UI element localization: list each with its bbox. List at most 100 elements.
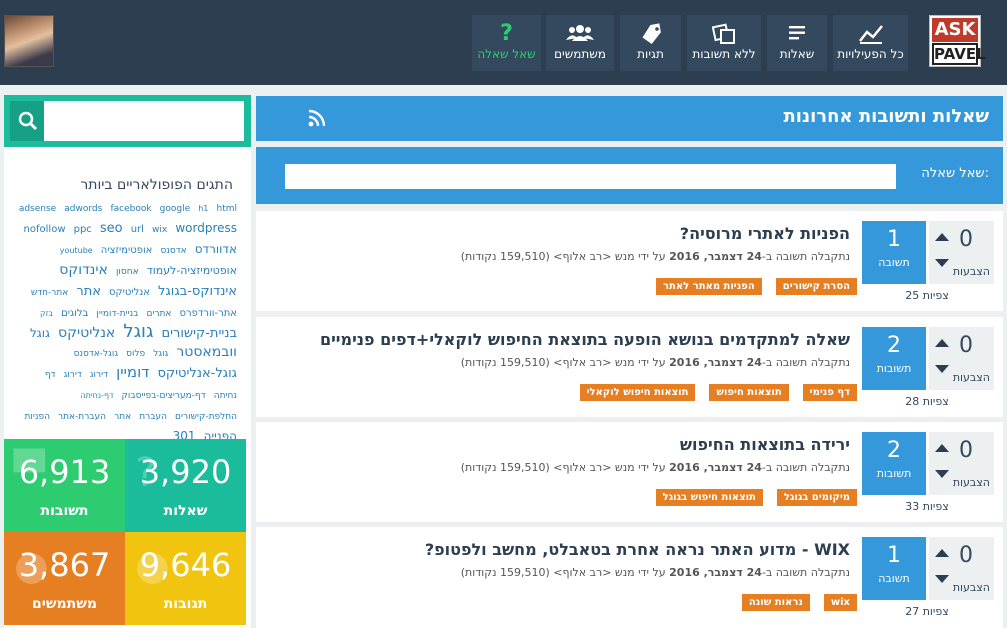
tag-cloud-item[interactable]: גוגל-אדסנס <box>74 349 118 359</box>
question-title[interactable]: WIX - מדוע האתר נראה אחרת בטאבלט, מחשב ו… <box>425 540 850 559</box>
question-tag[interactable]: הפניות מאתר לאתר <box>656 278 762 295</box>
nav-all-activity[interactable]: כל הפעילויות <box>833 15 908 71</box>
question-tag[interactable]: נראות שונה <box>741 594 810 611</box>
meta-author[interactable]: על ידי מנש <רב אלוף> (159,510 נקודות) <box>461 356 666 369</box>
tag-cloud-item[interactable]: wix <box>152 225 167 235</box>
tag-cloud-item[interactable]: בזק <box>40 309 53 318</box>
meta-date[interactable]: 24 דצמבר, 2016 <box>669 566 762 579</box>
tag-cloud-item[interactable]: google <box>160 204 190 214</box>
meta-date[interactable]: 24 דצמבר, 2016 <box>669 250 762 263</box>
view-count: 25 צפיות <box>905 289 949 302</box>
tag-cloud-item[interactable]: adsense <box>19 204 56 214</box>
question-tag[interactable]: תוצאות חיפוש בגוגל <box>655 489 763 506</box>
tag-cloud-item[interactable]: h1 <box>198 204 208 213</box>
tag-cloud-item[interactable]: וובמאסטר <box>176 344 237 360</box>
tag-cloud-item[interactable]: העברת-אתר <box>58 412 106 422</box>
tag-cloud-item[interactable]: adwords <box>64 204 102 214</box>
meta-date[interactable]: 24 דצמבר, 2016 <box>669 461 762 474</box>
stat-questions[interactable]: ? 3,920 שאלות <box>125 439 246 532</box>
tag-cloud-item[interactable]: html <box>216 204 237 214</box>
tag-cloud-item[interactable]: פלוס <box>126 349 145 359</box>
stat-users[interactable]: ● 3,867 משתמשים <box>4 532 125 625</box>
comment-icon: ● <box>135 543 170 589</box>
vote-label: הצבעות <box>952 476 990 489</box>
nav-ask-question[interactable]: ? שאל שאלה <box>472 15 541 71</box>
tag-cloud-item[interactable]: דף-נחיתה <box>80 391 113 400</box>
question-title[interactable]: שאלה למתקדמים בנושא הופעה בתוצאת החיפוש … <box>320 330 850 349</box>
question-tag[interactable]: תוצאות חיפוש <box>709 384 789 401</box>
stat-label: תשובות <box>40 503 89 519</box>
question-title[interactable]: ירידה בתוצאות החיפוש <box>680 435 850 454</box>
vote-up-icon[interactable] <box>935 339 949 347</box>
vote-down-icon[interactable] <box>935 259 949 267</box>
tag-cloud-item[interactable]: בלוגים <box>61 308 88 319</box>
vote-up-icon[interactable] <box>935 444 949 452</box>
tag-cloud-item[interactable]: אדוורדס <box>195 242 237 256</box>
tag-cloud-item[interactable]: גוגל <box>123 321 153 342</box>
nav-users[interactable]: משתמשים <box>546 15 614 71</box>
ask-question-input[interactable] <box>285 164 896 189</box>
tag-cloud-item[interactable]: nofollow <box>24 224 66 235</box>
tag-cloud-item[interactable]: url <box>131 224 144 235</box>
tag-cloud-item[interactable]: העברת <box>139 412 167 422</box>
meta-author[interactable]: על ידי מנש <רב אלוף> (159,510 נקודות) <box>461 461 666 474</box>
stat-label: שאלות <box>163 503 208 519</box>
search-button[interactable] <box>10 101 46 141</box>
vote-down-icon[interactable] <box>935 365 949 373</box>
tag-cloud-item[interactable]: אינדוקס <box>59 262 108 278</box>
tag-cloud-item[interactable]: אדסנס <box>160 246 186 256</box>
vote-up-icon[interactable] <box>935 233 949 241</box>
rss-icon[interactable] <box>308 109 326 131</box>
tag-cloud-item[interactable]: בניית-דומיין <box>96 309 138 319</box>
tag-cloud-item[interactable]: החלפת-קישורים <box>175 412 237 422</box>
tag-cloud-item[interactable]: seo <box>100 221 123 236</box>
tag-cloud-item[interactable]: גוגל <box>30 326 50 340</box>
question-tag[interactable]: דף פנימי <box>802 384 857 401</box>
vote-down-icon[interactable] <box>935 470 949 478</box>
tag-cloud-item[interactable]: דירוג <box>90 370 108 380</box>
stat-answers[interactable]: ▀ 6,913 תשובות <box>4 439 125 532</box>
tag-cloud-item[interactable]: אתר-חדש <box>31 288 68 298</box>
question-tag[interactable]: מיקומים בגוגל <box>776 489 857 506</box>
tag-cloud-item[interactable]: הפניות <box>24 412 49 422</box>
site-logo[interactable]: ASK PAVEL <box>929 15 986 67</box>
nav-label: תגיות <box>637 47 664 61</box>
meta-author[interactable]: על ידי מנש <רב אלוף> (159,510 נקודות) <box>461 566 666 579</box>
tag-cloud-item[interactable]: אתר-וורדפרס <box>180 308 237 319</box>
tag-cloud-item[interactable]: גוגל-אנליטיקס <box>157 366 237 381</box>
question-tag[interactable]: wix <box>823 594 857 611</box>
tag-cloud-item[interactable]: דף <box>45 370 56 380</box>
tag-cloud-item[interactable]: נחיתה <box>214 391 237 401</box>
nav-tags[interactable]: תגיות <box>620 15 681 71</box>
nav-questions[interactable]: שאלות <box>767 15 827 71</box>
tag-cloud-item[interactable]: דירוג <box>64 370 82 380</box>
tag-cloud-item[interactable]: גוגל <box>153 349 168 359</box>
stat-comments[interactable]: ● 9,646 תגובות <box>125 532 246 625</box>
question-tag[interactable]: הסרת קישורים <box>775 278 857 295</box>
tag-cloud-item[interactable]: אתר <box>114 412 131 422</box>
tag-cloud-item[interactable]: wordpress <box>175 221 237 235</box>
tag-cloud-item[interactable]: אנליטיקס <box>109 287 150 298</box>
avatar[interactable] <box>4 15 54 67</box>
tag-cloud-item[interactable]: בניית-קישורים <box>161 326 237 341</box>
tag-cloud-item[interactable]: דומיין <box>116 363 149 381</box>
tag-cloud-item[interactable]: youtube <box>60 246 93 255</box>
nav-unanswered[interactable]: ללא תשובות <box>687 15 761 71</box>
tag-cloud-item[interactable]: אינדוקס-בגוגל <box>158 284 237 299</box>
search-input[interactable] <box>44 101 244 141</box>
meta-date[interactable]: 24 דצמבר, 2016 <box>669 356 762 369</box>
tag-cloud-item[interactable]: facebook <box>110 204 151 214</box>
tag-cloud-item[interactable]: אתר <box>76 284 101 299</box>
meta-author[interactable]: על ידי מנש <רב אלוף> (159,510 נקודות) <box>461 250 666 263</box>
tag-cloud-item[interactable]: אופטימיזציה-לעמוד <box>147 264 237 277</box>
tag-cloud-item[interactable]: אנליטיקס <box>58 325 115 341</box>
tag-cloud-item[interactable]: אתרים <box>146 309 171 319</box>
tag-cloud-item[interactable]: דף-מעריצים-בפייסבוק <box>122 391 206 401</box>
question-title[interactable]: הפניות לאתרי מרוסיה? <box>680 224 850 243</box>
tag-cloud-item[interactable]: אופטימיזציה <box>101 245 153 256</box>
question-tag[interactable]: תוצאות חיפוש לוקאלי <box>579 384 696 401</box>
vote-up-icon[interactable] <box>935 549 949 557</box>
tag-cloud-item[interactable]: ppc <box>74 224 92 235</box>
vote-down-icon[interactable] <box>935 575 949 583</box>
tag-cloud-item[interactable]: אחסון <box>116 267 139 277</box>
